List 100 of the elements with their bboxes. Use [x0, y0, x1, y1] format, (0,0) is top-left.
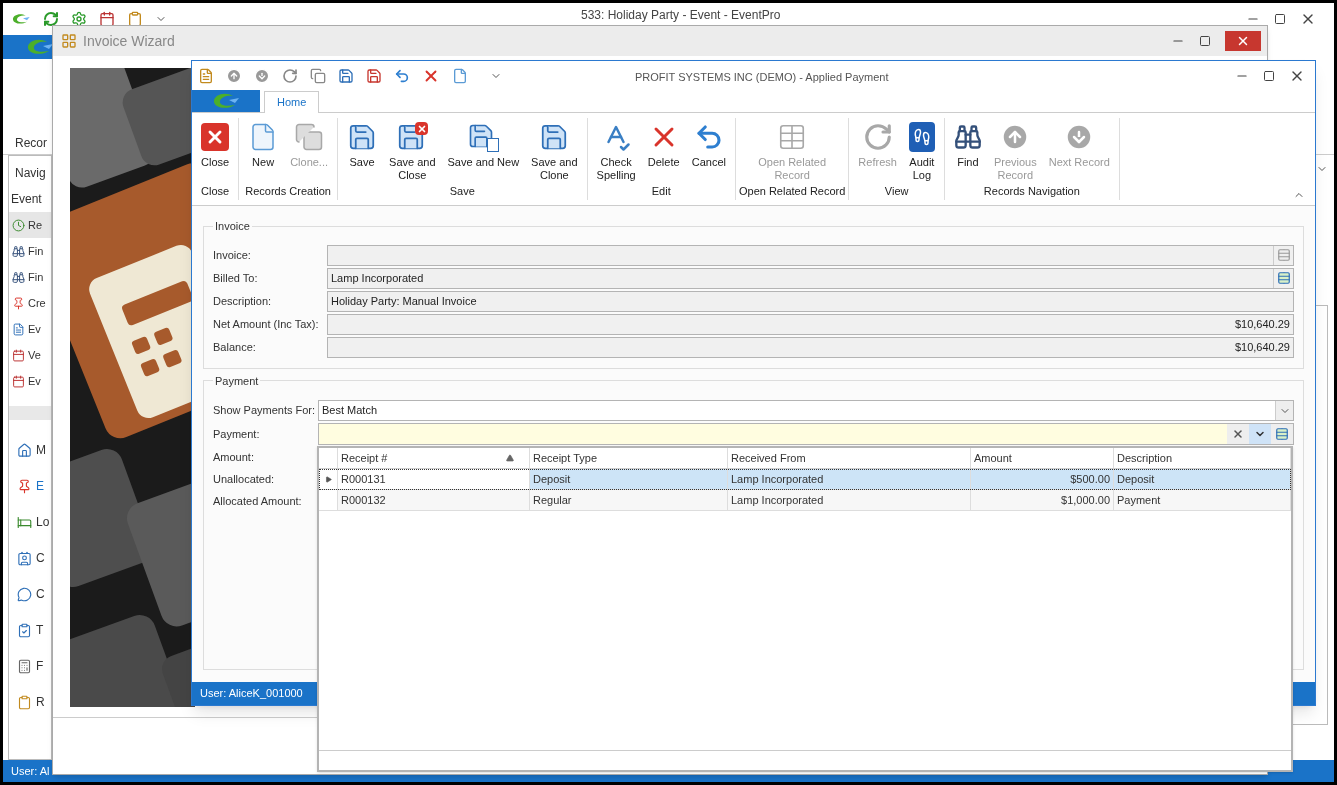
table-cell: $1,000.00 [971, 490, 1114, 510]
speech-bubble-icon [17, 586, 32, 602]
ribbon-tab[interactable]: Home [264, 91, 320, 113]
document-icon [12, 322, 25, 336]
module-item[interactable]: C [9, 576, 51, 612]
nav-item[interactable]: Re [9, 212, 51, 238]
save-close-icon [396, 122, 429, 152]
ribbon-button[interactable]: Cancel [685, 118, 732, 169]
arrow-up-icon[interactable] [226, 67, 242, 84]
maximize-icon[interactable] [1274, 13, 1286, 25]
refresh-icon[interactable] [282, 67, 298, 84]
ribbon-button[interactable]: Close [195, 118, 236, 169]
arrow-down-icon[interactable] [254, 67, 270, 84]
group-label: Save [449, 183, 475, 199]
ribbon-button[interactable]: Check Spelling [590, 118, 642, 182]
ribbon-button[interactable]: Save [341, 118, 384, 169]
home-icon [17, 442, 32, 458]
table-row[interactable]: R000131 Deposit Lamp Incorporated $500.00 Deposit [319, 469, 1291, 490]
ribbon-button[interactable]: New [242, 118, 285, 169]
ribbon-tab[interactable]: Recor [15, 134, 47, 152]
undo-icon[interactable] [394, 67, 410, 84]
table-cell: Deposit [530, 469, 728, 489]
nav-item[interactable]: Fin [9, 264, 51, 290]
ribbon-button[interactable]: Save and Close [383, 118, 442, 182]
nav-item[interactable]: Cre [9, 290, 51, 316]
save-close-icon[interactable] [366, 67, 382, 84]
field-label: Invoice: [213, 247, 252, 263]
clear-icon[interactable] [1232, 428, 1244, 440]
input-field[interactable] [327, 244, 1294, 266]
dropdown-field[interactable]: Best Match [318, 400, 1294, 421]
group-label: Edit [651, 183, 671, 199]
nav-item[interactable]: Ev [9, 368, 51, 394]
input-field[interactable]: Holiday Party: Manual Invoice [327, 290, 1294, 312]
save-icon[interactable] [338, 67, 354, 84]
close-icon [201, 123, 230, 151]
group-label: Records Navigation [983, 183, 1080, 199]
column-header[interactable]: Description [1114, 448, 1291, 468]
table-icon [1276, 248, 1291, 262]
logo-icon [211, 92, 241, 110]
save-new-icon [467, 122, 500, 152]
combo-field[interactable] [318, 423, 1294, 445]
binoculars-icon [953, 123, 982, 151]
field-label: Payment: [213, 426, 261, 442]
column-header[interactable]: Receipt # [338, 448, 530, 468]
column-header[interactable]: Receipt Type [530, 448, 728, 468]
ribbon-button[interactable]: Find [947, 118, 988, 169]
document-icon[interactable] [452, 67, 468, 84]
lookup-icon[interactable] [1275, 427, 1289, 441]
window-icon [61, 33, 77, 49]
close-button[interactable] [1225, 31, 1261, 51]
binoculars-icon [12, 270, 25, 284]
module-item[interactable]: R [9, 684, 51, 720]
status-text: User: AliceK_001000 [200, 686, 303, 702]
gear-icon[interactable] [71, 11, 87, 27]
group-label: Records Creation [245, 183, 331, 199]
clipboard-check-icon [17, 622, 32, 638]
ribbon-button[interactable]: Save and Clone [525, 118, 584, 182]
module-item[interactable]: F [9, 648, 51, 684]
calculator-icon [17, 658, 32, 674]
input-field[interactable]: $10,640.29 [327, 313, 1294, 335]
maximize-icon[interactable] [1199, 35, 1211, 47]
logo-icon [11, 12, 31, 26]
column-header[interactable]: Amount [971, 448, 1114, 468]
bed-icon [17, 514, 32, 530]
maximize-icon[interactable] [1263, 69, 1275, 82]
table-row[interactable]: R000132 Regular Lamp Incorporated $1,000.00 Payment [319, 490, 1291, 511]
copy-icon[interactable] [310, 67, 326, 84]
field-label: Description: [213, 293, 273, 309]
app-menu-button[interactable] [192, 90, 260, 112]
module-item[interactable]: M [9, 432, 51, 468]
clock-icon [12, 218, 25, 232]
module-item[interactable]: T [9, 612, 51, 648]
nav-item[interactable]: Fin [9, 238, 51, 264]
module-item[interactable]: Lo [9, 504, 51, 540]
close-icon [1236, 34, 1250, 48]
footprints-icon [908, 122, 935, 152]
field-label: Show Payments For: [213, 403, 317, 419]
pin-icon [17, 478, 32, 494]
group-label: View [884, 183, 909, 199]
copy-icon [294, 122, 325, 152]
column-header[interactable]: Received From [728, 448, 971, 468]
binoculars-icon [12, 244, 25, 258]
ribbon-button[interactable]: Save and New [441, 118, 526, 169]
field-label: Amount: [213, 449, 255, 465]
nav-item[interactable]: Ev [9, 316, 51, 342]
input-field[interactable]: Lamp Incorporated [327, 267, 1294, 289]
section-title: Event [10, 191, 43, 208]
module-item[interactable]: E [9, 468, 51, 504]
refresh-icon[interactable] [43, 11, 59, 27]
pin-icon [12, 296, 25, 310]
ribbon-button[interactable]: Delete [641, 118, 686, 169]
table-cell: Deposit [1114, 469, 1291, 489]
ribbon-button[interactable]: Audit Log [902, 118, 941, 182]
module-item[interactable]: C [9, 540, 51, 576]
window-title: Invoice Wizard [83, 31, 175, 51]
field-label: Allocated Amount: [213, 493, 303, 509]
lookup-button[interactable] [1273, 268, 1293, 288]
field-label: Balance: [213, 339, 257, 355]
nav-item[interactable]: Ve [9, 342, 51, 368]
input-field[interactable]: $10,640.29 [327, 336, 1294, 358]
